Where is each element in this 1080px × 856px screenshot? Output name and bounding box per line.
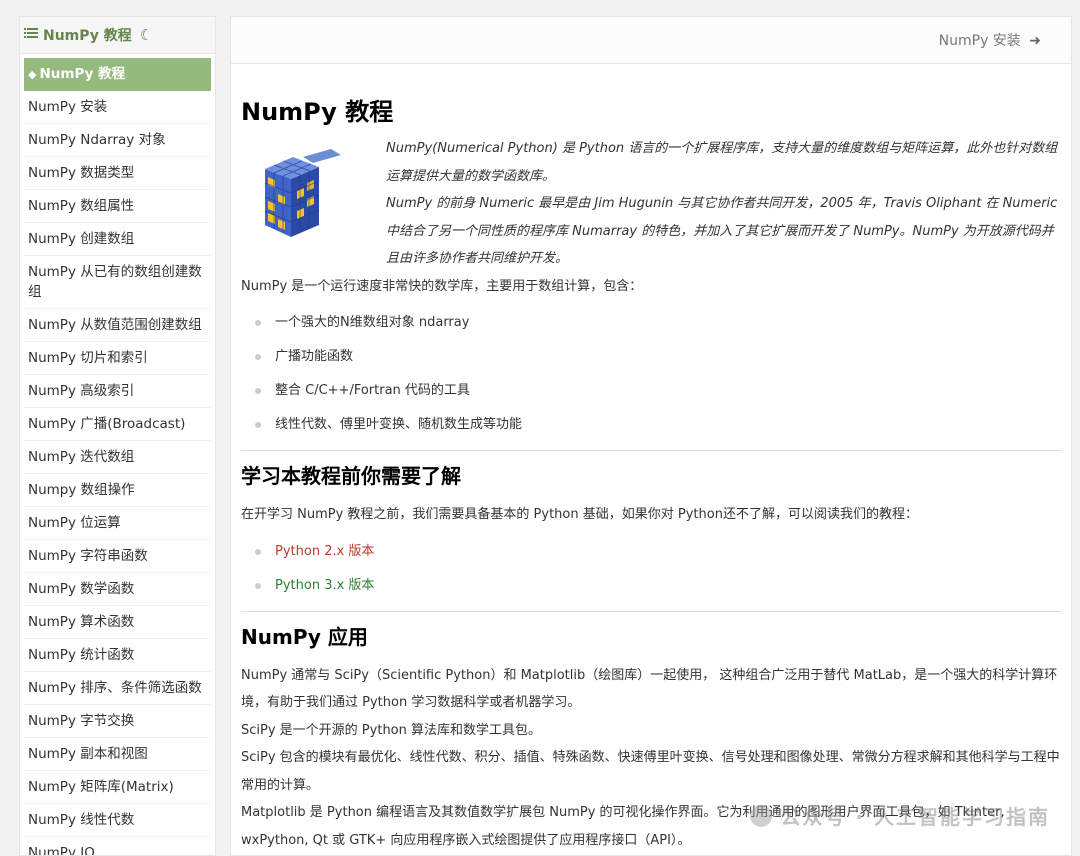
arrow-right-icon: ➜ (1029, 33, 1041, 49)
top-nav: NumPy 安装 ➜ (231, 17, 1071, 64)
sidebar-item-label: NumPy 创建数组 (28, 231, 134, 247)
python3-link[interactable]: Python 3.x 版本 (275, 578, 374, 593)
page-title: NumPy 教程 (241, 97, 1061, 127)
sidebar-item[interactable]: NumPy 高级索引 (24, 375, 211, 408)
sidebar-item[interactable]: NumPy 从数值范围创建数组 (24, 309, 211, 342)
sidebar-item-label: NumPy 安装 (28, 99, 107, 115)
sidebar-item-label: NumPy Ndarray 对象 (28, 132, 166, 148)
divider (241, 450, 1061, 451)
sidebar-item[interactable]: NumPy 安装 (24, 91, 211, 124)
section-title-applications: NumPy 应用 (241, 624, 1061, 650)
sidebar-item-label: NumPy 数据类型 (28, 165, 134, 181)
sidebar-item[interactable]: NumPy 数据类型 (24, 157, 211, 190)
sidebar-item-label: NumPy 排序、条件筛选函数 (28, 680, 202, 696)
sidebar-item[interactable]: ◆NumPy 教程 (24, 58, 211, 91)
sidebar: NumPy 教程 ☾ ◆NumPy 教程NumPy 安装NumPy Ndarra… (19, 16, 216, 856)
list-item: 一个强大的N维数组对象 ndarray (253, 306, 1061, 340)
sidebar-item-label: NumPy 从已有的数组创建数组 (28, 264, 202, 300)
list-item: 线性代数、傅里叶变换、随机数生成等功能 (253, 408, 1061, 442)
sidebar-title: NumPy 教程 (43, 25, 132, 45)
sidebar-item-label: NumPy 数组属性 (28, 198, 134, 214)
sidebar-item[interactable]: NumPy 线性代数 (24, 804, 211, 837)
intro-text: NumPy(Numerical Python) 是 Python 语言的一个扩展… (386, 135, 1061, 273)
sidebar-item-label: NumPy 位运算 (28, 515, 121, 531)
feature-list: 一个强大的N维数组对象 ndarray 广播功能函数 整合 C/C++/Fort… (253, 306, 1061, 442)
sidebar-item-label: NumPy 线性代数 (28, 812, 134, 828)
sidebar-item-label: NumPy 统计函数 (28, 647, 134, 663)
sidebar-item-label: NumPy 数学函数 (28, 581, 134, 597)
sidebar-item-label: NumPy 矩阵库(Matrix) (28, 779, 174, 795)
intro-paragraph: NumPy(Numerical Python) 是 Python 语言的一个扩展… (386, 135, 1061, 190)
sidebar-item[interactable]: NumPy 创建数组 (24, 223, 211, 256)
sidebar-item[interactable]: NumPy 算术函数 (24, 606, 211, 639)
divider (241, 611, 1061, 612)
python2-link[interactable]: Python 2.x 版本 (275, 544, 374, 559)
sidebar-item[interactable]: NumPy 广播(Broadcast) (24, 408, 211, 441)
sidebar-item[interactable]: NumPy 字符串函数 (24, 540, 211, 573)
sidebar-item[interactable]: NumPy IO (24, 837, 211, 856)
list-icon (24, 27, 38, 43)
sidebar-item-label: NumPy 迭代数组 (28, 449, 134, 465)
prereq-text: 在开学习 NumPy 教程之前，我们需要具备基本的 Python 基础，如果你对… (241, 501, 1061, 529)
sidebar-item-label: NumPy 切片和索引 (28, 350, 148, 366)
prereq-links: Python 2.x 版本 Python 3.x 版本 (253, 535, 1061, 603)
sidebar-item[interactable]: NumPy 迭代数组 (24, 441, 211, 474)
sidebar-item[interactable]: Numpy 数组操作 (24, 474, 211, 507)
app-paragraph: SciPy 包含的模块有最优化、线性代数、积分、插值、特殊函数、快速傅里叶变换、… (241, 744, 1061, 799)
next-page-link[interactable]: NumPy 安装 ➜ (939, 30, 1041, 50)
main-content: NumPy 安装 ➜ NumPy 教程 (230, 16, 1072, 856)
sidebar-item[interactable]: NumPy 矩阵库(Matrix) (24, 771, 211, 804)
wechat-icon (750, 805, 772, 827)
tag-icon: ◆ (28, 68, 36, 81)
list-item: Python 2.x 版本 (253, 535, 1061, 569)
sidebar-item[interactable]: NumPy 切片和索引 (24, 342, 211, 375)
sidebar-item-label: NumPy 副本和视图 (28, 746, 148, 762)
moon-icon[interactable]: ☾ (140, 26, 153, 44)
sidebar-item-label: NumPy 字符串函数 (28, 548, 148, 564)
intro-section: NumPy(Numerical Python) 是 Python 语言的一个扩展… (241, 139, 1061, 273)
sidebar-item[interactable]: NumPy 位运算 (24, 507, 211, 540)
section-title-prereq: 学习本教程前你需要了解 (241, 463, 1061, 489)
sidebar-item[interactable]: NumPy Ndarray 对象 (24, 124, 211, 157)
sidebar-item[interactable]: NumPy 数学函数 (24, 573, 211, 606)
sidebar-item-label: NumPy 教程 (39, 66, 125, 82)
watermark-text: 公众号 · 人工智能学习指南 (780, 801, 1050, 830)
sidebar-item-label: NumPy 算术函数 (28, 614, 134, 630)
numpy-logo (241, 139, 386, 269)
list-item: 广播功能函数 (253, 340, 1061, 374)
sidebar-header[interactable]: NumPy 教程 ☾ (20, 17, 215, 54)
sidebar-item[interactable]: NumPy 统计函数 (24, 639, 211, 672)
next-page-label: NumPy 安装 (939, 33, 1021, 49)
summary-text: NumPy 是一个运行速度非常快的数学库，主要用于数组计算，包含： (241, 273, 1061, 301)
sidebar-item-label: Numpy 数组操作 (28, 482, 135, 498)
watermark: 公众号 · 人工智能学习指南 (750, 801, 1050, 830)
app-paragraph: SciPy 是一个开源的 Python 算法库和数学工具包。 (241, 717, 1061, 745)
intro-paragraph: NumPy 的前身 Numeric 最早是由 Jim Hugunin 与其它协作… (386, 190, 1061, 273)
sidebar-nav: ◆NumPy 教程 NumPy 安装 NumPy Ndarray 对象 NumPy 数… (20, 54, 215, 856)
app-paragraph: NumPy 通常与 SciPy（Scientific Python）和 Matp… (241, 662, 1061, 717)
sidebar-item-label: NumPy 从数值范围创建数组 (28, 317, 202, 333)
list-item: Python 3.x 版本 (253, 569, 1061, 603)
sidebar-item-label: NumPy 字节交换 (28, 713, 134, 729)
sidebar-item-label: NumPy IO (28, 845, 95, 856)
list-item: 整合 C/C++/Fortran 代码的工具 (253, 374, 1061, 408)
sidebar-item[interactable]: NumPy 排序、条件筛选函数 (24, 672, 211, 705)
sidebar-item[interactable]: NumPy 从已有的数组创建数组 (24, 256, 211, 309)
sidebar-item[interactable]: NumPy 数组属性 (24, 190, 211, 223)
sidebar-item[interactable]: NumPy 副本和视图 (24, 738, 211, 771)
sidebar-item[interactable]: NumPy 字节交换 (24, 705, 211, 738)
sidebar-item-label: NumPy 高级索引 (28, 383, 134, 399)
sidebar-item-label: NumPy 广播(Broadcast) (28, 416, 185, 432)
